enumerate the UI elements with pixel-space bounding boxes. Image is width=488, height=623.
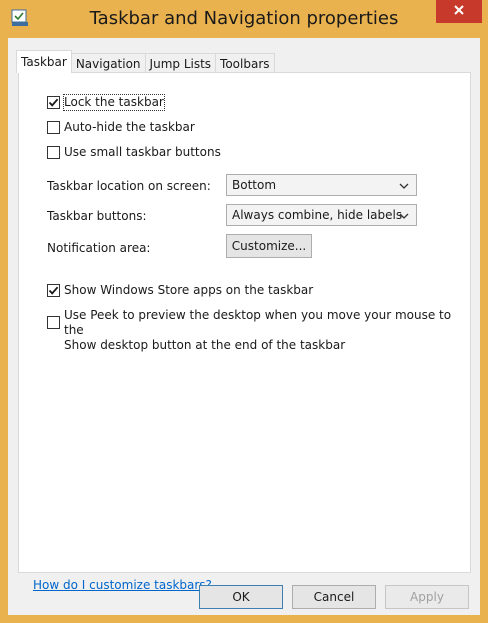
peek-option[interactable]: Use Peek to preview the desktop when you… — [47, 308, 470, 353]
properties-window: Taskbar and Navigation properties Taskba… — [0, 0, 488, 623]
peek-label-line2: Show desktop button at the end of the ta… — [64, 338, 346, 352]
tab-toolbars[interactable]: Toolbars — [215, 53, 275, 73]
chevron-down-icon — [399, 180, 409, 190]
small-buttons-label: Use small taskbar buttons — [64, 145, 221, 159]
window-title: Taskbar and Navigation properties — [89, 8, 399, 29]
checkmark-icon — [48, 286, 59, 295]
chevron-down-icon — [399, 210, 409, 220]
autohide-label: Auto-hide the taskbar — [64, 120, 195, 134]
checkmark-icon — [48, 98, 59, 107]
store-apps-checkbox[interactable] — [47, 284, 60, 297]
small-buttons-checkbox[interactable] — [47, 146, 60, 159]
title-bar[interactable]: Taskbar and Navigation properties — [0, 0, 488, 36]
peek-label: Use Peek to preview the desktop when you… — [64, 308, 470, 353]
help-link[interactable]: How do I customize taskbars? — [33, 578, 212, 592]
dialog-client-area: Taskbar Navigation Jump Lists Toolbars L… — [8, 38, 480, 615]
apply-button[interactable]: Apply — [385, 585, 469, 609]
peek-label-line1: Use Peek to preview the desktop when you… — [64, 308, 452, 337]
location-value: Bottom — [232, 178, 277, 192]
lock-taskbar-checkbox[interactable] — [47, 96, 60, 109]
autohide-checkbox[interactable] — [47, 121, 60, 134]
location-label: Taskbar location on screen: — [47, 179, 211, 193]
tab-jump-lists[interactable]: Jump Lists — [144, 53, 217, 73]
store-apps-label: Show Windows Store apps on the taskbar — [64, 283, 314, 297]
tab-taskbar[interactable]: Taskbar — [16, 50, 72, 73]
close-icon — [453, 4, 465, 19]
store-apps-option[interactable]: Show Windows Store apps on the taskbar — [47, 283, 313, 298]
lock-taskbar-option[interactable]: Lock the taskbar — [47, 94, 165, 111]
taskbar-buttons-value: Always combine, hide labels — [232, 208, 403, 222]
autohide-option[interactable]: Auto-hide the taskbar — [47, 120, 195, 135]
customize-button[interactable]: Customize... — [226, 234, 312, 258]
peek-checkbox[interactable] — [47, 316, 60, 329]
tab-navigation[interactable]: Navigation — [70, 53, 146, 73]
taskbar-buttons-label: Taskbar buttons: — [47, 209, 147, 223]
notification-area-label: Notification area: — [47, 241, 151, 255]
close-button[interactable] — [436, 0, 482, 23]
cancel-button[interactable]: Cancel — [292, 585, 376, 609]
lock-taskbar-label: Lock the taskbar — [63, 94, 165, 111]
tab-strip: Taskbar Navigation Jump Lists Toolbars — [16, 50, 275, 73]
taskbar-buttons-dropdown[interactable]: Always combine, hide labels — [226, 204, 417, 226]
location-dropdown[interactable]: Bottom — [226, 174, 417, 196]
small-buttons-option[interactable]: Use small taskbar buttons — [47, 145, 221, 160]
taskbar-tab-panel: Lock the taskbar Auto-hide the taskbar U… — [18, 72, 471, 592]
ok-button[interactable]: OK — [199, 585, 283, 609]
